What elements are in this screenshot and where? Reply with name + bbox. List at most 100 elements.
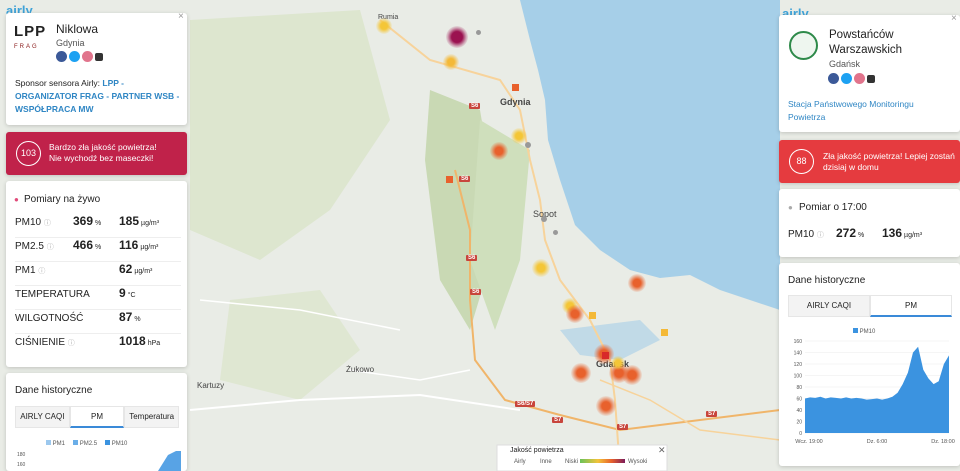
- alert-subtitle: Nie wychodź bez maseczki!: [49, 153, 154, 163]
- info-icon[interactable]: ⓘ: [38, 268, 45, 275]
- measurement-row-pm10: PM10 ⓘ 369% 185 µg/m³: [15, 214, 181, 238]
- sensor-marker[interactable]: [532, 259, 550, 277]
- station-marker[interactable]: [661, 329, 668, 336]
- measurement-percent: 466%: [73, 238, 102, 252]
- measurement-label: PM2.5 ⓘ: [15, 241, 54, 252]
- info-icon[interactable]: ⓘ: [47, 244, 54, 251]
- road-shield: S6: [459, 176, 471, 182]
- city-name: Gdańsk: [829, 59, 861, 69]
- facebook-icon[interactable]: [56, 51, 67, 62]
- instagram-icon[interactable]: [82, 51, 93, 62]
- city-name: Gdynia: [56, 38, 85, 48]
- road-shield: S7: [706, 411, 718, 417]
- y-tick: 0: [799, 431, 802, 437]
- history-chart-fragment: [158, 451, 181, 471]
- tab-airly-caqi[interactable]: AIRLY CAQI: [788, 295, 870, 317]
- twitter-icon[interactable]: [69, 51, 80, 62]
- close-icon[interactable]: ×: [951, 13, 957, 24]
- road-shield: S7: [552, 417, 564, 423]
- social-links: [828, 73, 875, 84]
- sponsor-prefix: Sponsor sensora Airly:: [15, 78, 101, 88]
- measurement-value: 62 µg/m³: [119, 262, 153, 276]
- measurement-percent: 369%: [73, 214, 102, 228]
- y-tick: 100: [794, 374, 803, 380]
- station-marker[interactable]: [512, 84, 519, 91]
- air-quality-alert: 103 Bardzo zła jakość powietrza! Nie wyc…: [6, 132, 187, 175]
- measurement-row-pressure: CIŚNIENIE ⓘ 1018 hPa: [15, 334, 181, 358]
- sensor-marker[interactable]: [611, 356, 625, 370]
- station-info-card: × Powstańców Warszawskich Gdańsk Stacja …: [779, 13, 960, 132]
- twitter-icon[interactable]: [841, 73, 852, 84]
- station-marker[interactable]: [589, 312, 596, 319]
- sensor-marker[interactable]: [446, 26, 468, 48]
- measurement-label: PM10 ⓘ: [15, 217, 51, 228]
- close-icon[interactable]: ✕: [658, 445, 666, 456]
- sensor-marker[interactable]: [511, 128, 527, 144]
- live-title: Pomiary na żywo: [24, 194, 101, 205]
- tab-pm[interactable]: PM: [69, 406, 125, 428]
- caqi-index-badge: 103: [16, 141, 41, 166]
- history-card: Dane historyczne AIRLY CAQI PM PM10 160 1…: [779, 263, 960, 466]
- sensor-inactive-marker[interactable]: [541, 216, 547, 222]
- sensor-inactive-marker[interactable]: [476, 30, 481, 35]
- station-marker[interactable]: [446, 176, 453, 183]
- tab-temperature[interactable]: Temperatura: [124, 406, 180, 428]
- sensor-marker[interactable]: [490, 142, 508, 160]
- air-quality-alert: 88 Zła jakość powietrza! Lepiej zostań d…: [779, 140, 960, 183]
- legend-item: PM2.5: [73, 440, 97, 447]
- history-title: Dane historyczne: [788, 275, 866, 286]
- station-link[interactable]: Stacja Państwowego Monitoringu Powietrza: [788, 98, 948, 124]
- y-tick: 160: [794, 339, 803, 345]
- link-icon[interactable]: [95, 53, 103, 61]
- instagram-icon[interactable]: [854, 73, 865, 84]
- station-marker[interactable]: [602, 352, 609, 359]
- sensor-marker[interactable]: [628, 274, 646, 292]
- alert-text: Zła jakość powietrza! Lepiej zostań dzis…: [823, 151, 956, 173]
- road-shield: S6: [470, 289, 482, 295]
- link-icon[interactable]: [867, 75, 875, 83]
- history-card: Dane historyczne AIRLY CAQI PM Temperatu…: [6, 373, 187, 471]
- frag-logo: FRAG: [14, 44, 39, 50]
- x-tick: Dz. 6:00: [867, 439, 887, 445]
- measurement-row-temperature: TEMPERATURA 9 °C: [15, 286, 181, 310]
- map-label-kartuzy: Kartuzy: [197, 381, 225, 390]
- chart-legend: PM1 PM2.5 PM10: [46, 440, 127, 447]
- y-tick: 40: [796, 408, 802, 414]
- history-tabs: AIRLY CAQI PM: [788, 295, 952, 317]
- sensor-marker[interactable]: [443, 54, 459, 70]
- map-legend-airly[interactable]: Airly: [514, 459, 526, 465]
- info-icon[interactable]: ⓘ: [44, 220, 51, 227]
- y-tick: 20: [796, 420, 802, 426]
- map-legend-inne[interactable]: Inne: [540, 459, 552, 465]
- facebook-icon[interactable]: [828, 73, 839, 84]
- tab-pm[interactable]: PM: [870, 295, 952, 317]
- sensor-marker[interactable]: [571, 363, 591, 383]
- station-logo: [789, 31, 818, 60]
- tab-airly-caqi[interactable]: AIRLY CAQI: [15, 406, 70, 428]
- measurement-label: TEMPERATURA: [15, 289, 90, 300]
- pm10-series-area: [805, 346, 949, 433]
- sensor-inactive-marker[interactable]: [553, 230, 558, 235]
- sensor-inactive-marker[interactable]: [525, 142, 531, 148]
- map-legend-niski: Niski: [565, 459, 578, 465]
- measurement-label: PM1 ⓘ: [15, 265, 46, 276]
- info-icon[interactable]: ⓘ: [68, 340, 75, 347]
- caqi-index-badge: 88: [789, 149, 814, 174]
- measurement-value: 185 µg/m³: [119, 214, 160, 228]
- sensor-marker[interactable]: [596, 396, 616, 416]
- history-tabs: AIRLY CAQI PM Temperatura: [15, 406, 180, 428]
- close-icon[interactable]: ×: [178, 11, 184, 22]
- alert-title: Zła jakość powietrza!: [823, 151, 903, 161]
- sensor-marker[interactable]: [622, 365, 642, 385]
- y-tick: 80: [796, 385, 802, 391]
- info-icon[interactable]: ⓘ: [817, 232, 824, 239]
- street-name: Niklowa: [56, 22, 99, 36]
- sensor-marker[interactable]: [376, 18, 392, 34]
- pm10-history-chart[interactable]: 160 140 120 100 80 60 40 20 0 Wcz. 19:00 Dz. 6:00 D…: [783, 337, 955, 447]
- street-name: Powstańców Warszawskich: [829, 29, 903, 56]
- measurement-label: PM10 ⓘ: [788, 229, 824, 240]
- y-tick: 120: [794, 362, 803, 368]
- map-legend-title: Jakość powietrza: [510, 447, 564, 454]
- sensor-marker[interactable]: [566, 305, 584, 323]
- legend-item: PM1: [46, 440, 65, 447]
